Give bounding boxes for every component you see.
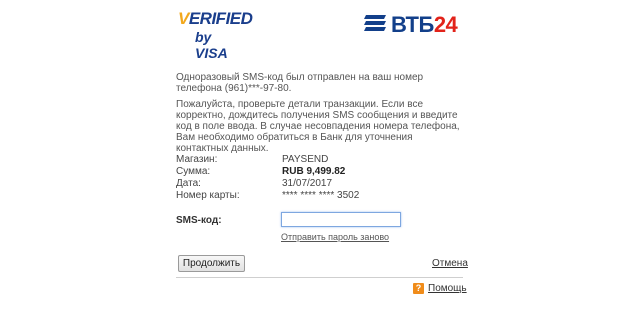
- vtb24-logo: ВТБ24: [364, 12, 464, 38]
- sms-code-label: SMS-код:: [176, 215, 222, 226]
- date-label: Дата:: [176, 178, 201, 189]
- divider: [176, 277, 463, 278]
- visa-logo-line1: VERIFIED: [178, 9, 253, 28]
- help-icon[interactable]: ?: [413, 283, 424, 294]
- visa-logo-line2: by VISA: [195, 29, 228, 61]
- sms-code-input[interactable]: [281, 212, 401, 227]
- amount-value: RUB 9,499.82: [282, 166, 346, 177]
- vtb24-logo-text: ВТБ24: [391, 12, 458, 38]
- card-value: **** **** **** 3502: [282, 190, 360, 201]
- sms-sent-message: Одноразовый SMS-код был отправлен на ваш…: [176, 72, 424, 94]
- vtb-text: ВТБ: [391, 12, 434, 37]
- merchant-value: PAYSEND: [282, 154, 329, 165]
- instructions-message: Пожалуйста, проверьте детали транзакции.…: [176, 99, 460, 154]
- card-label: Номер карты:: [176, 190, 240, 201]
- resend-password-link[interactable]: Отправить пароль заново: [281, 232, 389, 242]
- vtb-emblem-icon: [364, 15, 386, 31]
- verified-by-visa-logo: VERIFIED by VISA: [178, 9, 253, 61]
- amount-label: Сумма:: [176, 166, 211, 177]
- help-link[interactable]: Помощь: [428, 283, 467, 294]
- continue-button[interactable]: Продолжить: [178, 255, 245, 272]
- cancel-link[interactable]: Отмена: [432, 258, 468, 269]
- merchant-label: Магазин:: [176, 154, 218, 165]
- date-value: 31/07/2017: [282, 178, 333, 189]
- visa-logo-line1-text: ERIFIED: [188, 9, 253, 28]
- vtb-number: 24: [433, 12, 458, 37]
